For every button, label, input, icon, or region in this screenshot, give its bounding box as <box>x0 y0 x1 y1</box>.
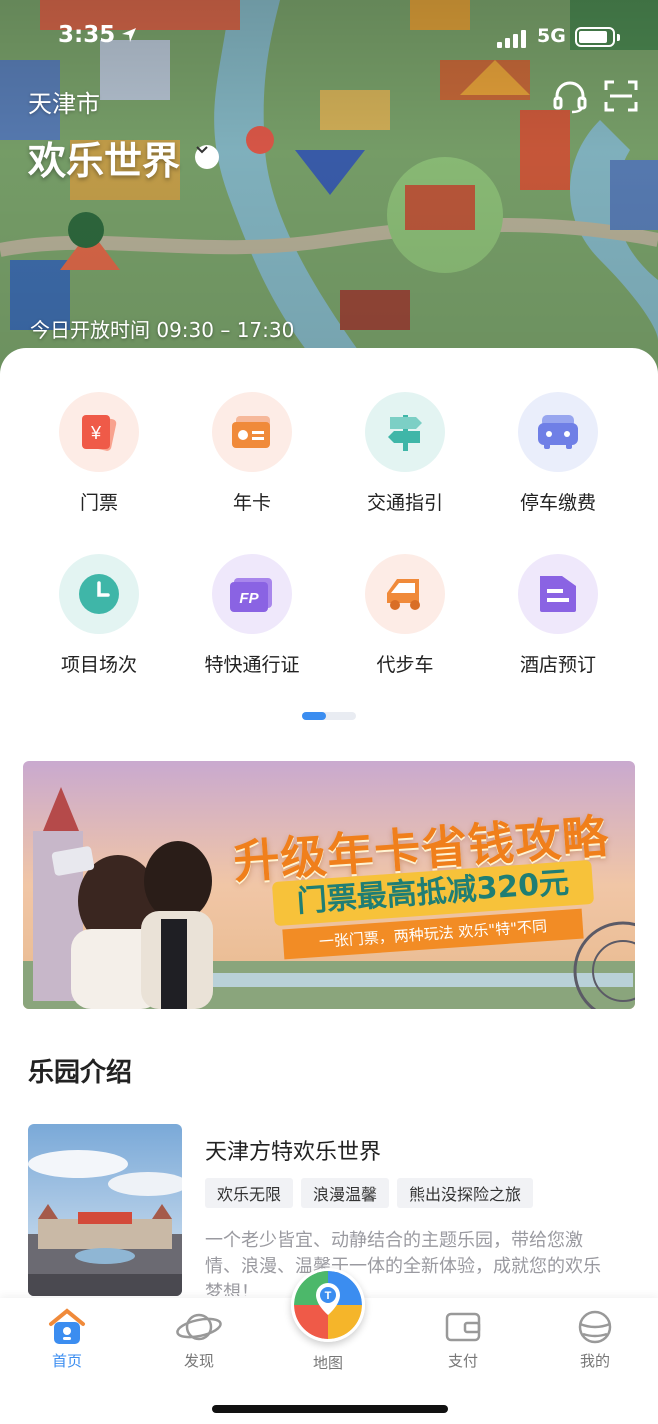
hotel-icon <box>518 554 598 634</box>
service-parking[interactable]: 停车缴费 <box>478 392 638 532</box>
service-label: 交通指引 <box>366 492 443 514</box>
service-tickets[interactable]: ¥ 门票 <box>19 392 179 532</box>
headset-icon[interactable] <box>552 80 592 116</box>
hours-value: 09:30 – 17:30 <box>156 318 295 342</box>
signpost-icon <box>365 392 445 472</box>
service-label: 代步车 <box>376 654 434 676</box>
service-show-times[interactable]: 项目场次 <box>19 554 179 694</box>
car-icon <box>518 392 598 472</box>
park-tag: 熊出没探险之旅 <box>397 1178 534 1208</box>
planet-icon <box>149 1308 249 1346</box>
wallet-icon <box>413 1308 513 1346</box>
park-intro-title: 天津方特欢乐世界 <box>205 1140 382 1165</box>
park-tag: 欢乐无限 <box>205 1178 294 1208</box>
service-label: 酒店预订 <box>519 654 596 676</box>
service-hotel[interactable]: 酒店预订 <box>478 554 638 694</box>
status-bar: 3:35 5G <box>0 22 658 56</box>
network-type: 5G <box>537 25 566 47</box>
park-tag: 浪漫温馨 <box>301 1178 390 1208</box>
tab-label: 首页 <box>51 1352 82 1370</box>
tab-pay[interactable]: 支付 <box>413 1308 513 1370</box>
park-intro-description: 一个老少皆宜、动静结合的主题乐园，带给您激情、浪漫、温馨于一体的全新体验，成就您… <box>205 1230 601 1296</box>
svg-text:T: T <box>325 1290 332 1302</box>
park-name-selector[interactable]: 欢乐世界 <box>28 130 180 185</box>
park-map-hero[interactable]: 3:35 5G 天津市 欢乐世界 今日开放时间 09:30 – 17:30 <box>0 0 658 380</box>
clock-icon <box>59 554 139 634</box>
tab-map[interactable]: T 地图 <box>288 1268 368 1373</box>
battery-icon <box>575 27 615 47</box>
page-indicator-active <box>302 712 326 720</box>
service-traffic-guide[interactable]: 交通指引 <box>325 392 485 532</box>
service-label: 特快通行证 <box>204 654 300 676</box>
park-photo <box>28 1124 182 1296</box>
home-icon <box>17 1308 117 1346</box>
park-tags: 欢乐无限 浪漫温馨 熊出没探险之旅 <box>205 1178 534 1208</box>
home-indicator <box>212 1405 448 1413</box>
service-fast-pass[interactable]: FP 特快通行证 <box>172 554 332 694</box>
tab-discover[interactable]: 发现 <box>149 1308 249 1370</box>
cart-icon <box>365 554 445 634</box>
chevron-down-icon[interactable] <box>195 145 219 169</box>
hours-label: 今日开放时间 <box>30 318 150 342</box>
battery-tip <box>617 34 620 41</box>
ticket-icon: ¥ <box>59 392 139 472</box>
tab-label: 我的 <box>579 1352 610 1370</box>
fastpass-icon: FP <box>212 554 292 634</box>
svg-text:¥: ¥ <box>90 423 102 443</box>
opening-hours: 今日开放时间 09:30 – 17:30 <box>30 314 294 343</box>
tab-me[interactable]: 我的 <box>545 1308 645 1370</box>
service-label: 门票 <box>79 492 118 514</box>
city-label: 天津市 <box>28 90 100 118</box>
page-indicator[interactable] <box>302 712 356 720</box>
tab-label: 支付 <box>447 1352 478 1370</box>
tab-label: 地图 <box>312 1354 343 1372</box>
tab-label: 发现 <box>183 1352 214 1370</box>
service-label: 停车缴费 <box>519 492 596 514</box>
status-time: 3:35 <box>58 22 116 48</box>
service-scooter[interactable]: 代步车 <box>325 554 485 694</box>
annual-card-icon <box>212 392 292 472</box>
service-label: 项目场次 <box>60 654 137 676</box>
service-annual-card[interactable]: 年卡 <box>172 392 332 532</box>
tab-home[interactable]: 首页 <box>17 1308 117 1370</box>
promo-banner[interactable]: 升级年卡省钱攻略 门票最高抵减320元 一张门票，两种玩法 欢乐"特"不同 <box>23 761 635 1009</box>
service-label: 年卡 <box>232 492 271 514</box>
scan-icon[interactable] <box>604 80 644 116</box>
svg-text:FP: FP <box>239 590 259 607</box>
content-sheet: ¥ 门票 年卡 交通指引 停车缴费 项目场次 FP 特快通行证 代步车 酒店预订… <box>0 348 658 1424</box>
section-title-intro: 乐园介绍 <box>28 1058 133 1088</box>
profile-icon <box>545 1308 645 1346</box>
map-globe-icon: T <box>291 1268 365 1342</box>
